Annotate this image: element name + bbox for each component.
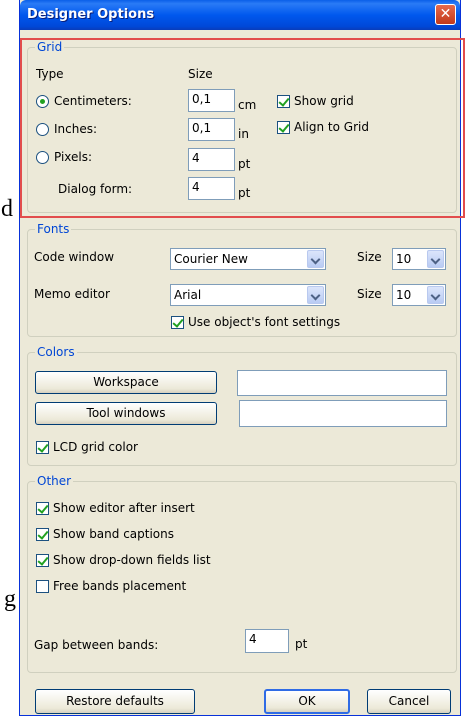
close-button[interactable]: ✕ <box>435 4 456 25</box>
memo-editor-label: Memo editor <box>34 287 110 301</box>
dialog-form-unit: pt <box>238 186 251 200</box>
pixels-label: Pixels: <box>54 150 93 164</box>
tool-windows-color-swatch[interactable] <box>239 400 447 427</box>
inches-size-input[interactable]: 0,1 <box>188 118 235 141</box>
lcd-grid-color-checkbox[interactable] <box>36 441 49 454</box>
close-icon: ✕ <box>439 6 452 22</box>
free-bands-placement-label: Free bands placement <box>53 579 187 593</box>
fonts-group-title: Fonts <box>35 222 72 236</box>
gap-between-bands-unit: pt <box>295 637 308 651</box>
restore-defaults-button[interactable]: Restore defaults <box>35 689 195 714</box>
show-grid-checkbox[interactable] <box>277 95 290 108</box>
centimeters-unit: cm <box>238 98 257 112</box>
align-to-grid-label: Align to Grid <box>294 120 369 134</box>
chevron-down-icon[interactable] <box>427 286 444 304</box>
workspace-button[interactable]: Workspace <box>35 371 217 394</box>
other-group-title: Other <box>35 474 74 488</box>
code-window-font-select[interactable]: Courier New <box>170 248 326 270</box>
code-window-font-value: Courier New <box>174 252 248 266</box>
background-text-g: g <box>4 586 16 612</box>
memo-editor-font-select[interactable]: Arial <box>170 284 326 306</box>
inches-radio[interactable] <box>36 123 49 136</box>
pixels-radio[interactable] <box>36 151 49 164</box>
pixels-size-input[interactable]: 4 <box>188 148 235 171</box>
show-band-captions-checkbox[interactable] <box>36 528 49 541</box>
inches-unit: in <box>238 127 249 141</box>
free-bands-placement-checkbox[interactable] <box>36 580 49 593</box>
designer-options-dialog: Designer Options ✕ Grid Type Size Centim… <box>19 0 465 716</box>
code-window-label: Code window <box>34 250 115 264</box>
align-to-grid-checkbox[interactable] <box>277 121 290 134</box>
use-object-font-checkbox[interactable] <box>171 316 184 329</box>
code-window-size-select[interactable]: 10 <box>392 248 446 270</box>
centimeters-label: Centimeters: <box>54 94 132 108</box>
chevron-down-icon[interactable] <box>307 250 324 268</box>
show-drop-down-fields-list-label: Show drop-down fields list <box>53 553 211 567</box>
pixels-unit: pt <box>238 157 251 171</box>
tool-windows-button[interactable]: Tool windows <box>35 402 217 425</box>
size-label: Size <box>188 67 213 81</box>
use-object-font-label: Use object's font settings <box>188 315 341 329</box>
code-window-size-value: 10 <box>396 252 412 266</box>
centimeters-size-input[interactable]: 0,1 <box>188 89 235 112</box>
gap-between-bands-input[interactable]: 4 <box>245 629 289 653</box>
workspace-color-swatch[interactable] <box>237 370 447 396</box>
chevron-down-icon[interactable] <box>307 286 324 304</box>
show-editor-after-insert-checkbox[interactable] <box>36 502 49 515</box>
inches-label: Inches: <box>54 122 98 136</box>
dialog-title: Designer Options <box>27 7 155 22</box>
dialog-form-label: Dialog form: <box>58 182 133 196</box>
memo-editor-size-value: 10 <box>396 288 412 302</box>
show-drop-down-fields-list-checkbox[interactable] <box>36 554 49 567</box>
cancel-button[interactable]: Cancel <box>367 689 451 714</box>
grid-group-title: Grid <box>35 40 65 54</box>
show-grid-label: Show grid <box>294 94 354 108</box>
chevron-down-icon[interactable] <box>427 250 444 268</box>
type-label: Type <box>36 67 64 81</box>
code-window-size-label: Size <box>357 250 382 264</box>
memo-editor-size-label: Size <box>357 287 382 301</box>
memo-editor-size-select[interactable]: 10 <box>392 284 446 306</box>
gap-between-bands-label: Gap between bands: <box>34 638 159 652</box>
memo-editor-font-value: Arial <box>174 288 202 302</box>
centimeters-radio[interactable] <box>36 95 49 108</box>
title-bar[interactable]: Designer Options ✕ <box>20 0 460 30</box>
ok-button[interactable]: OK <box>264 689 350 714</box>
show-band-captions-label: Show band captions <box>53 527 175 541</box>
lcd-grid-color-label: LCD grid color <box>53 440 138 454</box>
background-text-d: d <box>1 196 13 222</box>
dialog-form-size-input[interactable]: 4 <box>188 177 235 200</box>
show-editor-after-insert-label: Show editor after insert <box>53 501 195 515</box>
colors-group-title: Colors <box>35 345 77 359</box>
